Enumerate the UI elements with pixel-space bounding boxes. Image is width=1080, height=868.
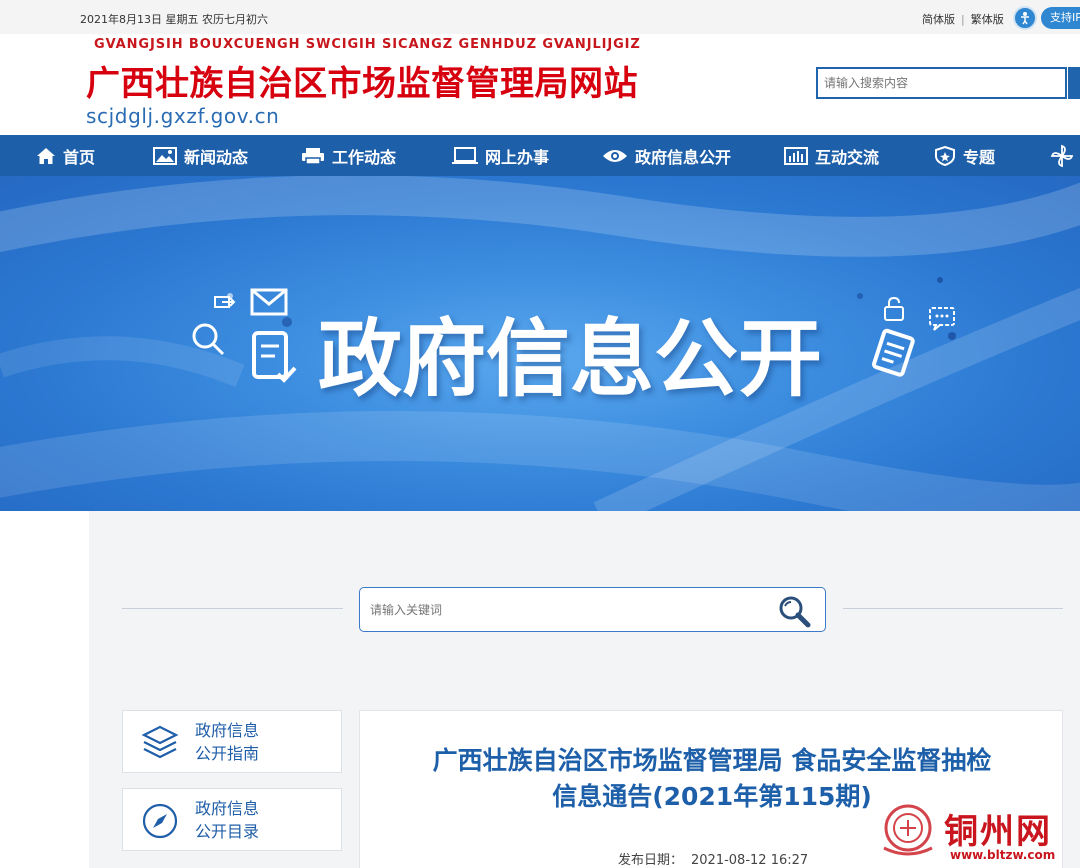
document-check-icon [252,331,297,383]
site-header: GVANGJSIH BOUXCUENGH SWCIGIH SICANGZ GEN… [0,34,1080,135]
article-title-line2: 信息通告(2021年第115期) [552,782,872,811]
traditional-chinese-link[interactable]: 繁体版 [971,13,1004,26]
nav-item-news[interactable]: 新闻动态 [153,135,248,176]
site-search-box[interactable] [816,67,1067,99]
nav-item-gov-info[interactable]: 政府信息公开 [602,135,731,176]
accessibility-icon[interactable] [1013,6,1037,30]
language-switcher: 简体版 | 繁体版 [922,11,1004,27]
nav-item-work[interactable]: 工作动态 [301,135,396,176]
divider-right [843,608,1063,609]
search-icon [192,323,225,356]
nav-label: 新闻动态 [184,147,249,167]
form-icon [872,328,915,377]
watermark-url: www.bltzw.com [950,848,1056,862]
watermark: 铜州网 www.bltzw.com [878,800,1080,868]
ipv6-support-badge[interactable]: 支持IPv6 [1041,7,1080,29]
laptop-icon [452,146,478,164]
chart-icon [784,146,808,165]
layers-icon [141,725,179,759]
site-title[interactable]: 广西壮族自治区市场监督管理局网站 [86,56,638,105]
current-date: 2021年8月13日 星期五 农历七月初六 [80,13,268,26]
main-navigation: 首页 新闻动态 工作动态 网上办事 政府信息公开 互动交流 专题 [0,135,1080,176]
nav-label: 网上办事 [485,147,550,167]
keyword-search-box[interactable] [359,587,826,632]
keyword-search-input[interactable] [360,588,760,631]
site-search-input[interactable] [818,69,1065,97]
sidebar-label-line1: 政府信息 [195,799,260,818]
article-title-line1: 广西壮族自治区市场监督管理局 食品安全监督抽检 [432,746,992,775]
banner-title: 政府信息公开 [318,310,823,408]
sidebar-item-label: 政府信息 公开目录 [195,797,259,843]
lock-icon [884,296,904,321]
site-domain: scjdglj.gxzf.gov.cn [86,104,280,128]
watermark-seal-icon [883,804,933,856]
nav-item-interaction[interactable]: 互动交流 [784,135,879,176]
publish-date-label: 发布日期： [618,853,684,868]
sidebar-item-label: 政府信息 公开指南 [195,719,259,765]
sidebar-label-line2: 公开指南 [195,744,260,763]
chat-icon [929,307,955,331]
mail-icon [250,288,288,316]
export-icon [214,296,236,308]
publish-date: 发布日期： 2021-08-12 16:27 [618,849,808,868]
nav-item-online-service[interactable]: 网上办事 [452,135,549,176]
publish-date-value: 2021-08-12 16:27 [691,853,809,868]
printer-icon [302,147,324,165]
search-icon[interactable] [775,593,815,629]
nav-label: 专题 [963,147,996,167]
home-icon [37,147,55,164]
eye-icon [603,149,627,162]
hero-banner: 政府信息公开 [0,176,1080,511]
sidebar-label-line2: 公开目录 [195,822,260,841]
nav-label: 政府信息公开 [635,147,732,167]
separator: | [961,13,965,26]
nav-item-more[interactable] [1050,135,1080,176]
divider-left [122,608,343,609]
zhuang-language-title: GVANGJSIH BOUXCUENGH SWCIGIH SICANGZ GEN… [94,37,641,52]
sidebar-item-disclosure-catalog[interactable]: 政府信息 公开目录 [122,788,342,851]
top-utility-bar: 2021年8月13日 星期五 农历七月初六 简体版 | 繁体版 支持IPv6 [0,0,1080,34]
compass-icon [142,803,178,839]
sidebar-label-line1: 政府信息 [195,721,260,740]
pinwheel-icon [1050,144,1074,167]
sidebar-item-disclosure-guide[interactable]: 政府信息 公开指南 [122,710,342,773]
nav-label: 互动交流 [815,147,880,167]
nav-item-topics[interactable]: 专题 [934,135,995,176]
nav-label: 工作动态 [332,147,397,167]
simplified-chinese-link[interactable]: 简体版 [922,13,955,26]
image-icon [153,146,177,165]
nav-item-home[interactable]: 首页 [36,135,95,176]
shield-icon [935,145,955,166]
site-search-button[interactable] [1068,67,1080,99]
nav-label: 首页 [63,147,96,167]
watermark-brand: 铜州网 [944,812,1052,852]
